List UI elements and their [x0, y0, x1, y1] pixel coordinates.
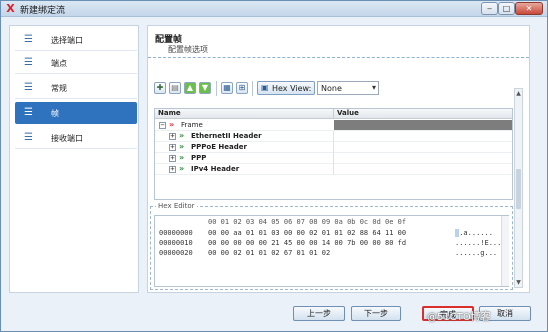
sidebar-item-label: 选择端口: [51, 36, 83, 45]
minimize-button[interactable]: ‒: [481, 2, 498, 15]
chevron-down-icon: ▾: [371, 83, 376, 92]
column-divider[interactable]: [333, 109, 334, 119]
sidebar-item-label: 端点: [51, 59, 67, 68]
sidebar-item-endpoint[interactable]: ☰ 端点: [15, 52, 137, 74]
hex-view-label: Hex View:: [272, 84, 312, 93]
hex-view-select[interactable]: None ▾: [317, 81, 379, 95]
column-header-value: Value: [337, 109, 359, 117]
tree-row-label: IPv4 Header: [191, 165, 240, 173]
tree-row-frame[interactable]: − » Frame: [155, 120, 512, 131]
window-title: 新建绑定流: [20, 6, 66, 16]
sidebar-item-select-port[interactable]: ☰ 选择端口: [15, 29, 137, 51]
column-divider: [333, 153, 334, 164]
content-header: 配置帧 配置帧选项: [148, 26, 529, 58]
double-chevron-icon: »: [179, 131, 185, 140]
expand-icon[interactable]: +: [169, 144, 176, 151]
scroll-down-icon[interactable]: ▼: [515, 278, 522, 287]
collapse-icon[interactable]: −: [159, 122, 166, 129]
title-bar[interactable]: X 新建绑定流 ‒ □ ✕: [1, 1, 547, 17]
sidebar-item-label: 帧: [51, 109, 59, 118]
tree-row-label: PPPoE Header: [191, 143, 247, 151]
hex-editor[interactable]: 00 01 02 03 04 05 06 07 08 09 0a 0b 0c 0…: [154, 215, 509, 287]
hex-editor-group: Hex Editor 00 01 02 03 04 05 06 07 08 09…: [150, 202, 513, 290]
tree-row-ethernet[interactable]: + » EthernetII Header: [155, 131, 512, 142]
list-icon: ☰: [24, 82, 33, 93]
sidebar-item-receive-port[interactable]: ☰ 接收端口: [15, 127, 137, 149]
app-logo-icon: X: [6, 2, 15, 15]
hex-ascii[interactable]: ......!E...: [455, 239, 501, 249]
hex-ascii[interactable]: ......g...: [455, 249, 497, 259]
tree-row-ppp[interactable]: + » PPP: [155, 153, 512, 164]
scroll-up-icon[interactable]: ▲: [515, 89, 522, 98]
list-icon: ☰: [24, 132, 33, 143]
double-chevron-icon: »: [179, 164, 185, 173]
frame-value-cell: [334, 120, 512, 130]
tree-row-label: EthernetII Header: [191, 132, 262, 140]
tree-header: Name Value: [155, 109, 512, 119]
hex-view-select-value: None: [321, 84, 342, 93]
hex-bytes[interactable]: 00 00 02 01 01 02 67 01 01 02: [208, 249, 330, 259]
hex-column-header: 00 01 02 03 04 05 06 07 08 09 0a 0b 0c 0…: [208, 218, 407, 226]
hex-editor-title: Hex Editor: [156, 202, 197, 210]
tree-row-pppoe[interactable]: + » PPPoE Header: [155, 142, 512, 153]
scroll-thumb[interactable]: [516, 169, 521, 209]
list-icon: ☰: [24, 34, 33, 45]
toolbar-separator: [216, 81, 217, 96]
hex-ascii[interactable]: .a......: [455, 229, 493, 239]
double-chevron-icon: »: [179, 153, 185, 162]
sidebar-item-label: 接收端口: [51, 134, 83, 143]
column-divider: [333, 131, 334, 142]
column-header-name: Name: [158, 109, 181, 117]
frame-toolbar: ✚ ▤ ▲ ▼ ▦ ⊞ ▣ Hex View: None ▾: [150, 79, 528, 99]
watermark: @51CTO博客: [427, 312, 491, 323]
prev-button[interactable]: 上一步: [293, 306, 345, 321]
move-up-icon[interactable]: ▲: [184, 82, 196, 94]
dialog-window: X 新建绑定流 ‒ □ ✕ ☰ 选择端口 ☰ 端点 ☰ 常规 ☰ 帧 ☰ 接收端…: [0, 0, 548, 332]
hex-view-icon: ▣: [261, 83, 269, 92]
content-panel: 配置帧 配置帧选项 ✚ ▤ ▲ ▼ ▦ ⊞ ▣ Hex View: None ▾…: [147, 25, 530, 293]
sidebar-item-frame[interactable]: ☰ 帧: [15, 102, 137, 124]
list-icon: ☰: [24, 107, 33, 118]
sidebar-item-label: 常规: [51, 84, 67, 93]
next-button[interactable]: 下一步: [351, 306, 401, 321]
column-divider: [333, 164, 334, 175]
tree-row-ipv4[interactable]: + » IPv4 Header: [155, 164, 512, 175]
double-chevron-icon: »: [169, 120, 175, 129]
frame-tree: Name Value − » Frame + » EthernetII Head…: [154, 108, 513, 200]
double-chevron-icon: »: [179, 142, 185, 151]
hex-offset: 00000000: [159, 229, 193, 237]
add-header-icon[interactable]: ✚: [154, 82, 166, 94]
expand-icon[interactable]: +: [169, 166, 176, 173]
hex-scrollbar[interactable]: [501, 216, 509, 286]
toolbar-separator: [252, 81, 253, 96]
move-down-icon[interactable]: ▼: [199, 82, 211, 94]
content-scrollbar[interactable]: ▲ ▼: [514, 88, 523, 288]
tree-row-label: PPP: [191, 154, 207, 162]
hex-offset: 00000010: [159, 239, 193, 247]
list-icon: ☰: [24, 57, 33, 68]
hex-bytes[interactable]: 00 00 00 00 00 21 45 00 00 14 00 7b 00 0…: [208, 239, 406, 249]
view-tree-icon[interactable]: ⊞: [236, 82, 248, 94]
hex-offset: 00000020: [159, 249, 193, 257]
hex-view-button[interactable]: ▣ Hex View:: [257, 81, 315, 95]
expand-icon[interactable]: +: [169, 133, 176, 140]
expand-icon[interactable]: +: [169, 155, 176, 162]
delete-header-icon[interactable]: ▤: [169, 82, 181, 94]
maximize-button[interactable]: □: [498, 2, 515, 15]
view-grid-icon[interactable]: ▦: [221, 82, 233, 94]
column-divider: [333, 142, 334, 153]
hex-bytes[interactable]: 00 00 aa 01 01 03 00 00 02 01 01 02 88 6…: [208, 229, 406, 239]
close-button[interactable]: ✕: [515, 2, 543, 15]
sidebar: ☰ 选择端口 ☰ 端点 ☰ 常规 ☰ 帧 ☰ 接收端口: [9, 25, 139, 293]
page-subtitle: 配置帧选项: [168, 45, 208, 54]
hex-ascii-text: .a......: [459, 229, 493, 237]
sidebar-item-general[interactable]: ☰ 常规: [15, 77, 137, 99]
tree-row-label: Frame: [181, 121, 203, 129]
